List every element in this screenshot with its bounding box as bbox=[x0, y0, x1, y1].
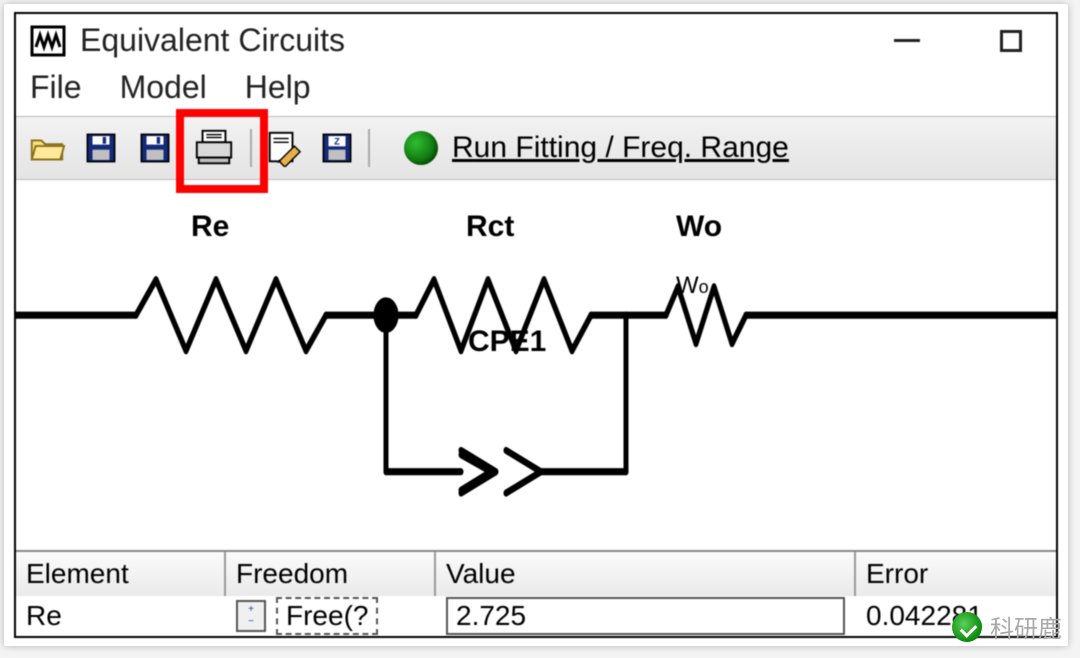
col-header-error[interactable]: Error bbox=[856, 552, 1056, 596]
svg-text:Z: Z bbox=[334, 137, 340, 147]
menu-file[interactable]: File bbox=[30, 69, 82, 106]
toolbar: Z Run Fitting / Freq. Range bbox=[16, 116, 1056, 180]
run-fitting-label: un Fitting / Freq. Range bbox=[474, 131, 789, 164]
window-title: Equivalent Circuits bbox=[80, 22, 894, 59]
open-button[interactable] bbox=[24, 125, 70, 171]
menu-model[interactable]: Model bbox=[120, 69, 207, 106]
screenshot-frame: Equivalent Circuits File Model Help bbox=[4, 4, 1068, 646]
table-row: Re + − Free(? 2.725 0.042281 bbox=[16, 596, 1056, 636]
component-label-wo: Wo bbox=[676, 210, 722, 244]
component-label-re: Re bbox=[191, 210, 229, 244]
floppy-save-icon bbox=[84, 131, 118, 165]
warburg-sub-label: Wo bbox=[676, 272, 709, 300]
edit-model-button[interactable] bbox=[260, 125, 306, 171]
freedom-spin-button[interactable]: + − bbox=[236, 600, 266, 632]
col-header-freedom[interactable]: Freedom bbox=[226, 552, 436, 596]
watermark: 科研鹿 bbox=[952, 609, 1062, 644]
run-status-icon bbox=[404, 131, 438, 165]
edit-document-icon bbox=[264, 129, 302, 167]
app-window: Equivalent Circuits File Model Help bbox=[14, 12, 1058, 638]
menubar: File Model Help bbox=[16, 63, 1056, 116]
col-header-value[interactable]: Value bbox=[436, 552, 856, 596]
save-z-button[interactable]: Z bbox=[314, 125, 360, 171]
save-button-1[interactable] bbox=[78, 125, 124, 171]
floppy-z-icon: Z bbox=[320, 131, 354, 165]
toolbar-separator bbox=[368, 129, 370, 167]
window-controls bbox=[894, 30, 1042, 52]
freedom-value[interactable]: Free(? bbox=[276, 597, 378, 635]
parameters-table-header: Element Freedom Value Error bbox=[16, 550, 1056, 596]
col-header-element[interactable]: Element bbox=[16, 552, 226, 596]
cell-freedom: + − Free(? bbox=[226, 596, 436, 636]
floppy-save-icon bbox=[138, 131, 172, 165]
minimize-button[interactable] bbox=[894, 39, 920, 42]
toolbar-separator bbox=[250, 129, 252, 167]
cell-value: 2.725 bbox=[436, 596, 856, 636]
run-fitting-button[interactable]: Run Fitting / Freq. Range bbox=[404, 131, 789, 165]
component-label-rct: Rct bbox=[466, 210, 514, 244]
wechat-icon bbox=[952, 612, 982, 642]
circuit-diagram[interactable]: Re Rct Wo CPE1 Wo bbox=[16, 180, 1056, 550]
app-icon bbox=[30, 23, 66, 59]
print-button[interactable] bbox=[186, 120, 242, 176]
watermark-text: 科研鹿 bbox=[990, 609, 1062, 644]
maximize-button[interactable] bbox=[1000, 30, 1022, 52]
folder-open-icon bbox=[28, 129, 66, 167]
value-input[interactable]: 2.725 bbox=[446, 597, 845, 635]
save-button-2[interactable] bbox=[132, 125, 178, 171]
printer-icon bbox=[193, 127, 235, 169]
component-label-cpe1: CPE1 bbox=[468, 325, 546, 359]
menu-help[interactable]: Help bbox=[245, 69, 311, 106]
titlebar: Equivalent Circuits bbox=[16, 14, 1056, 63]
cell-element: Re bbox=[16, 596, 226, 636]
